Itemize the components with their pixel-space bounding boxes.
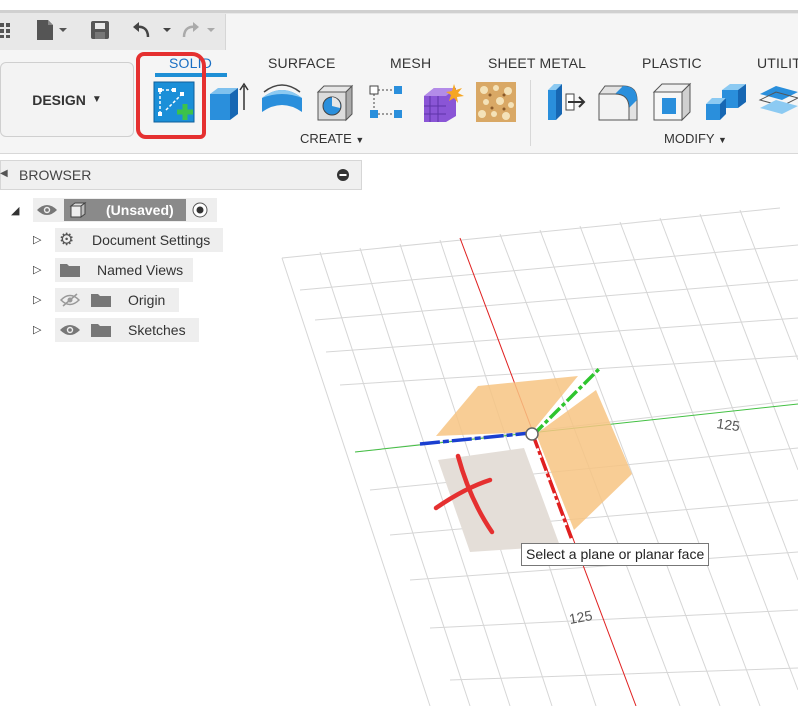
component-icon [69, 202, 87, 223]
grid-label: 125 [716, 415, 742, 434]
tree-item-label: Document Settings [92, 232, 211, 248]
active-tab-indicator [155, 73, 227, 77]
folder-icon [90, 322, 112, 343]
activate-radio-icon[interactable] [192, 202, 208, 223]
caret-down-icon: ▼ [91, 94, 102, 105]
shell-icon[interactable] [650, 80, 696, 124]
browser-title: BROWSER [19, 167, 92, 183]
tab-sheet-metal[interactable]: SHEET METAL [488, 55, 586, 71]
save-icon[interactable] [90, 18, 110, 42]
create-group-label: CREATE [300, 131, 352, 146]
press-pull-icon[interactable] [544, 80, 590, 124]
selection-tooltip: Select a plane or planar face [521, 543, 710, 566]
workspace-label: DESIGN [32, 91, 86, 108]
folder-icon [90, 292, 112, 313]
pattern-icon[interactable] [366, 80, 412, 124]
create-sketch-icon[interactable] [152, 80, 198, 124]
offset-plane-icon[interactable] [756, 80, 798, 124]
eye-icon[interactable] [59, 323, 81, 342]
tree-collapsed-icon[interactable]: ▷ [33, 233, 41, 246]
caret-down-icon: ▼ [355, 135, 365, 145]
orange-origin-plane-side [536, 390, 632, 530]
workspace-switcher-button[interactable]: DESIGN ▼ [0, 62, 134, 137]
toolbar-group-divider [530, 80, 531, 146]
tab-mesh[interactable]: MESH [390, 55, 431, 71]
eye-icon[interactable] [36, 203, 58, 222]
minimize-panel-icon[interactable] [336, 168, 350, 187]
collapse-arrow-icon[interactable]: ◀ [0, 168, 8, 179]
tree-collapsed-icon[interactable]: ▷ [33, 263, 41, 276]
app-grid-icon[interactable] [0, 18, 12, 42]
tree-item-label: Named Views [97, 262, 184, 278]
origin-point[interactable] [525, 427, 539, 441]
create-form-icon[interactable] [420, 80, 466, 124]
grey-origin-plane [438, 448, 560, 552]
modify-group-label: MODIFY [664, 131, 715, 146]
extrude-icon[interactable] [206, 80, 252, 124]
tree-item-label: Sketches [128, 322, 186, 338]
folder-icon [59, 262, 81, 283]
tree-expanded-icon[interactable]: ◢ [11, 204, 19, 217]
combine-icon[interactable] [704, 80, 750, 124]
document-tab[interactable] [225, 14, 798, 50]
grid-label: 125 [568, 607, 594, 627]
redo-icon[interactable] [180, 18, 220, 42]
insert-mesh-icon[interactable] [474, 80, 520, 124]
create-group-menu[interactable]: CREATE ▼ [300, 131, 364, 146]
top-strip [0, 0, 798, 10]
hole-icon[interactable] [312, 80, 358, 124]
tab-plastic[interactable]: PLASTIC [642, 55, 702, 71]
root-node-label: (Unsaved) [106, 202, 174, 218]
ground-grid [281, 207, 798, 706]
file-menu-icon[interactable] [34, 18, 70, 42]
tab-utilities[interactable]: UTILIT [757, 55, 798, 71]
revolve-icon[interactable] [258, 80, 304, 124]
fillet-icon[interactable] [597, 80, 643, 124]
modify-group-menu[interactable]: MODIFY ▼ [664, 131, 727, 146]
eye-hidden-icon[interactable] [59, 293, 81, 312]
undo-icon[interactable] [132, 18, 174, 42]
tab-solid[interactable]: SOLID [169, 55, 212, 71]
tab-surface[interactable]: SURFACE [268, 55, 336, 71]
caret-down-icon: ▼ [717, 135, 727, 145]
tree-collapsed-icon[interactable]: ▷ [33, 293, 41, 306]
3d-viewport[interactable]: 125 125 [230, 190, 798, 706]
tree-item-label: Origin [128, 292, 166, 308]
tree-collapsed-icon[interactable]: ▷ [33, 323, 41, 336]
gear-icon: ⚙ [59, 230, 75, 249]
